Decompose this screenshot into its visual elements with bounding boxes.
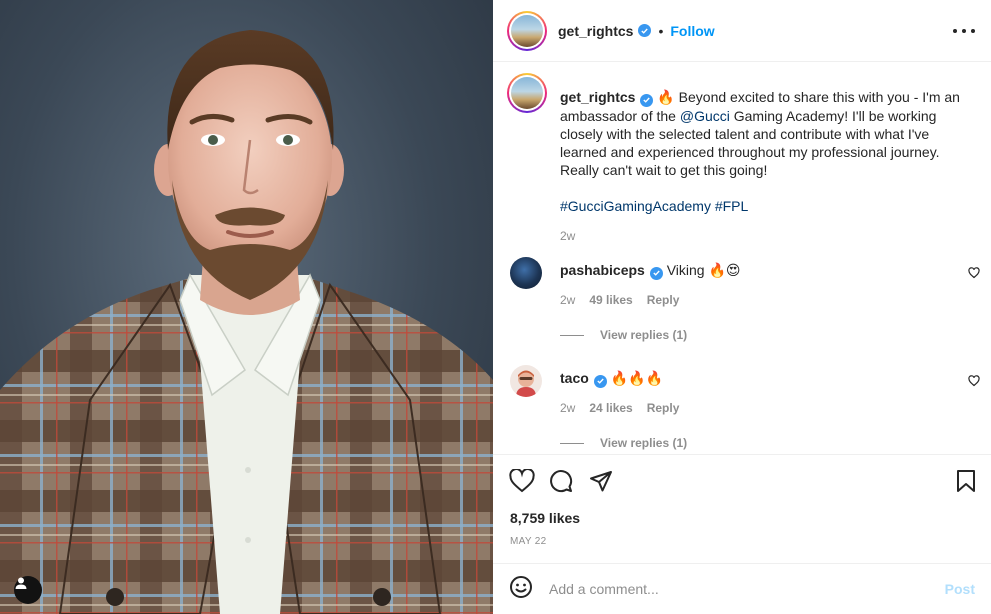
mention-link[interactable]: @Gucci bbox=[680, 108, 730, 124]
comment-body: 🔥🔥🔥 bbox=[610, 370, 663, 386]
emoji-icon[interactable] bbox=[509, 575, 533, 604]
comment-body: Viking 🔥😍 bbox=[666, 262, 741, 278]
fire-emoji: 🔥 bbox=[657, 89, 675, 105]
verified-badge-icon bbox=[593, 374, 607, 388]
post-comment-button[interactable]: Post bbox=[945, 581, 975, 597]
portrait-illustration bbox=[0, 30, 493, 614]
separator-dot: • bbox=[658, 22, 664, 39]
comment-text: taco 🔥🔥🔥 bbox=[560, 369, 663, 388]
post-date[interactable]: MAY 22 bbox=[510, 536, 546, 547]
comments-scroll-area[interactable]: get_rightcs 🔥 Beyond excited to share th… bbox=[493, 62, 991, 454]
avatar-image bbox=[511, 77, 543, 109]
reply-button[interactable]: Reply bbox=[647, 293, 680, 307]
caption-author-avatar[interactable] bbox=[507, 73, 547, 113]
heart-icon[interactable] bbox=[509, 468, 535, 498]
post-details-panel: get_rightcs • Follow get_rightcs 🔥 Beyon… bbox=[493, 0, 991, 614]
comment-heart-icon[interactable] bbox=[968, 266, 980, 284]
verified-badge-icon bbox=[649, 266, 663, 280]
view-replies-button[interactable]: View replies (1) bbox=[560, 436, 687, 450]
commenter-username[interactable]: pashabiceps bbox=[560, 262, 645, 278]
comment-time[interactable]: 2w bbox=[560, 293, 575, 307]
caption-username[interactable]: get_rightcs bbox=[560, 89, 635, 105]
commenter-username[interactable]: taco bbox=[560, 370, 589, 386]
follow-button[interactable]: Follow bbox=[670, 23, 714, 39]
comment-likes[interactable]: 24 likes bbox=[589, 401, 632, 415]
send-icon[interactable] bbox=[589, 469, 613, 498]
comment-meta: 2w 24 likes Reply bbox=[560, 401, 679, 415]
bookmark-icon[interactable] bbox=[955, 469, 977, 498]
view-replies-button[interactable]: View replies (1) bbox=[560, 328, 687, 342]
comment-icon[interactable] bbox=[549, 469, 573, 498]
hashtag-link[interactable]: #GucciGamingAcademy bbox=[560, 198, 711, 214]
caption-text: get_rightcs 🔥 Beyond excited to share th… bbox=[560, 88, 970, 245]
comment-time[interactable]: 2w bbox=[560, 401, 575, 415]
post-header: get_rightcs • Follow bbox=[493, 0, 991, 62]
post-photo[interactable] bbox=[0, 0, 493, 614]
commenter-avatar[interactable] bbox=[510, 365, 542, 397]
add-comment-bar: Post bbox=[493, 563, 991, 614]
avatar-image bbox=[511, 14, 543, 47]
comment-text: pashabiceps Viking 🔥😍 bbox=[560, 261, 741, 280]
hashtag-link[interactable]: #FPL bbox=[715, 198, 748, 214]
comment-meta: 2w 49 likes Reply bbox=[560, 293, 679, 307]
verified-badge-icon bbox=[638, 24, 652, 37]
comment-heart-icon[interactable] bbox=[968, 374, 980, 392]
author-avatar[interactable] bbox=[507, 10, 547, 51]
add-comment-input[interactable] bbox=[549, 581, 945, 597]
user-tag-icon[interactable] bbox=[14, 576, 42, 604]
more-options-icon[interactable] bbox=[953, 22, 975, 40]
reply-button[interactable]: Reply bbox=[647, 401, 680, 415]
comment-likes[interactable]: 49 likes bbox=[589, 293, 632, 307]
commenter-avatar[interactable] bbox=[510, 257, 542, 289]
view-replies-label: View replies (1) bbox=[600, 436, 688, 450]
author-username[interactable]: get_rightcs bbox=[558, 23, 633, 39]
verified-badge-icon bbox=[640, 93, 654, 107]
like-count[interactable]: 8,759 likes bbox=[510, 510, 580, 526]
view-replies-label: View replies (1) bbox=[600, 328, 688, 342]
action-bar bbox=[493, 454, 991, 508]
caption-time[interactable]: 2w bbox=[560, 227, 970, 245]
